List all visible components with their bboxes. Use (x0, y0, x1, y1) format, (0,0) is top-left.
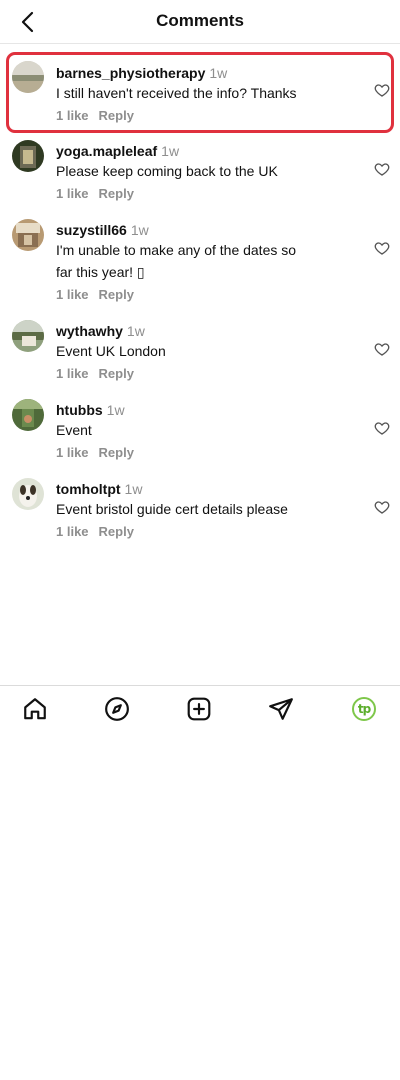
bottom-tab-bar: tp (0, 685, 400, 731)
heart-icon (374, 501, 390, 514)
like-count[interactable]: 1 like (56, 524, 89, 539)
comment-username[interactable]: barnes_physiotherapy (56, 65, 205, 81)
comment-item: barnes_physiotherapy 1w I still haven't r… (0, 44, 400, 134)
like-button[interactable] (374, 82, 390, 98)
comment-username[interactable]: wythawhy (56, 323, 123, 339)
avatar[interactable] (12, 219, 44, 251)
comment-username[interactable]: tomholtpt (56, 481, 121, 497)
avatar[interactable] (12, 320, 44, 352)
reply-button[interactable]: Reply (99, 186, 134, 201)
comment-text: Please keep coming back to the UK (56, 163, 278, 179)
reply-button[interactable]: Reply (99, 287, 134, 302)
comment-item: tomholtpt 1w Event bristol guide cert det… (0, 472, 400, 551)
comment-item: yoga.mapleleaf 1w Please keep coming back… (0, 134, 400, 213)
heart-icon (374, 343, 390, 356)
comment-item: htubbs 1w Event 1 like Reply (0, 393, 400, 472)
comment-text: Event bristol guide cert details please (56, 501, 288, 517)
like-count[interactable]: 1 like (56, 366, 89, 381)
like-count[interactable]: 1 like (56, 287, 89, 302)
tab-create[interactable] (186, 696, 212, 722)
avatar[interactable] (12, 399, 44, 431)
tab-home[interactable] (22, 696, 48, 722)
comment-username[interactable]: htubbs (56, 402, 103, 418)
comment-item: wythawhy 1w Event UK London 1 like Reply (0, 314, 400, 393)
home-icon (24, 698, 46, 720)
comment-item: suzystill66 1w I'm unable to make any of … (0, 213, 400, 314)
comment-time: 1w (209, 65, 228, 81)
like-button[interactable] (374, 161, 390, 177)
reply-button[interactable]: Reply (99, 524, 134, 539)
like-button[interactable] (374, 341, 390, 357)
tab-explore[interactable] (104, 696, 130, 722)
avatar[interactable] (12, 478, 44, 510)
heart-icon (374, 163, 390, 176)
send-icon (269, 698, 293, 720)
comment-text-line: I'm unable to make any of the dates so (56, 242, 297, 258)
like-count[interactable]: 1 like (56, 108, 89, 123)
comment-time: 1w (130, 222, 149, 238)
reply-button[interactable]: Reply (99, 366, 134, 381)
tab-profile[interactable]: tp (351, 696, 377, 722)
comment-username[interactable]: suzystill66 (56, 222, 127, 238)
avatar[interactable] (12, 140, 44, 172)
like-count[interactable]: 1 like (56, 445, 89, 460)
comment-time: 1w (106, 402, 125, 418)
comment-text: Event (56, 422, 92, 438)
like-button[interactable] (374, 240, 390, 256)
profile-avatar: tp (352, 697, 376, 721)
tab-direct[interactable] (268, 696, 294, 722)
like-button[interactable] (374, 420, 390, 436)
comment-username[interactable]: yoga.mapleleaf (56, 143, 157, 159)
avatar[interactable] (12, 61, 44, 93)
header: Comments (0, 0, 400, 44)
comment-time: 1w (124, 481, 143, 497)
reply-button[interactable]: Reply (99, 108, 134, 123)
comment-time: 1w (161, 143, 180, 159)
page-title: Comments (156, 11, 244, 30)
like-button[interactable] (374, 499, 390, 515)
compass-icon (105, 697, 129, 721)
comment-text-line: far this year! ▯ (56, 264, 145, 280)
comment-text: Event UK London (56, 343, 166, 359)
plus-square-icon (187, 697, 211, 721)
heart-icon (374, 84, 390, 97)
heart-icon (374, 422, 390, 435)
reply-button[interactable]: Reply (99, 445, 134, 460)
heart-icon (374, 242, 390, 255)
comment-time: 1w (126, 323, 145, 339)
comment-text: I still haven't received the info? Thank… (56, 85, 297, 101)
like-count[interactable]: 1 like (56, 186, 89, 201)
